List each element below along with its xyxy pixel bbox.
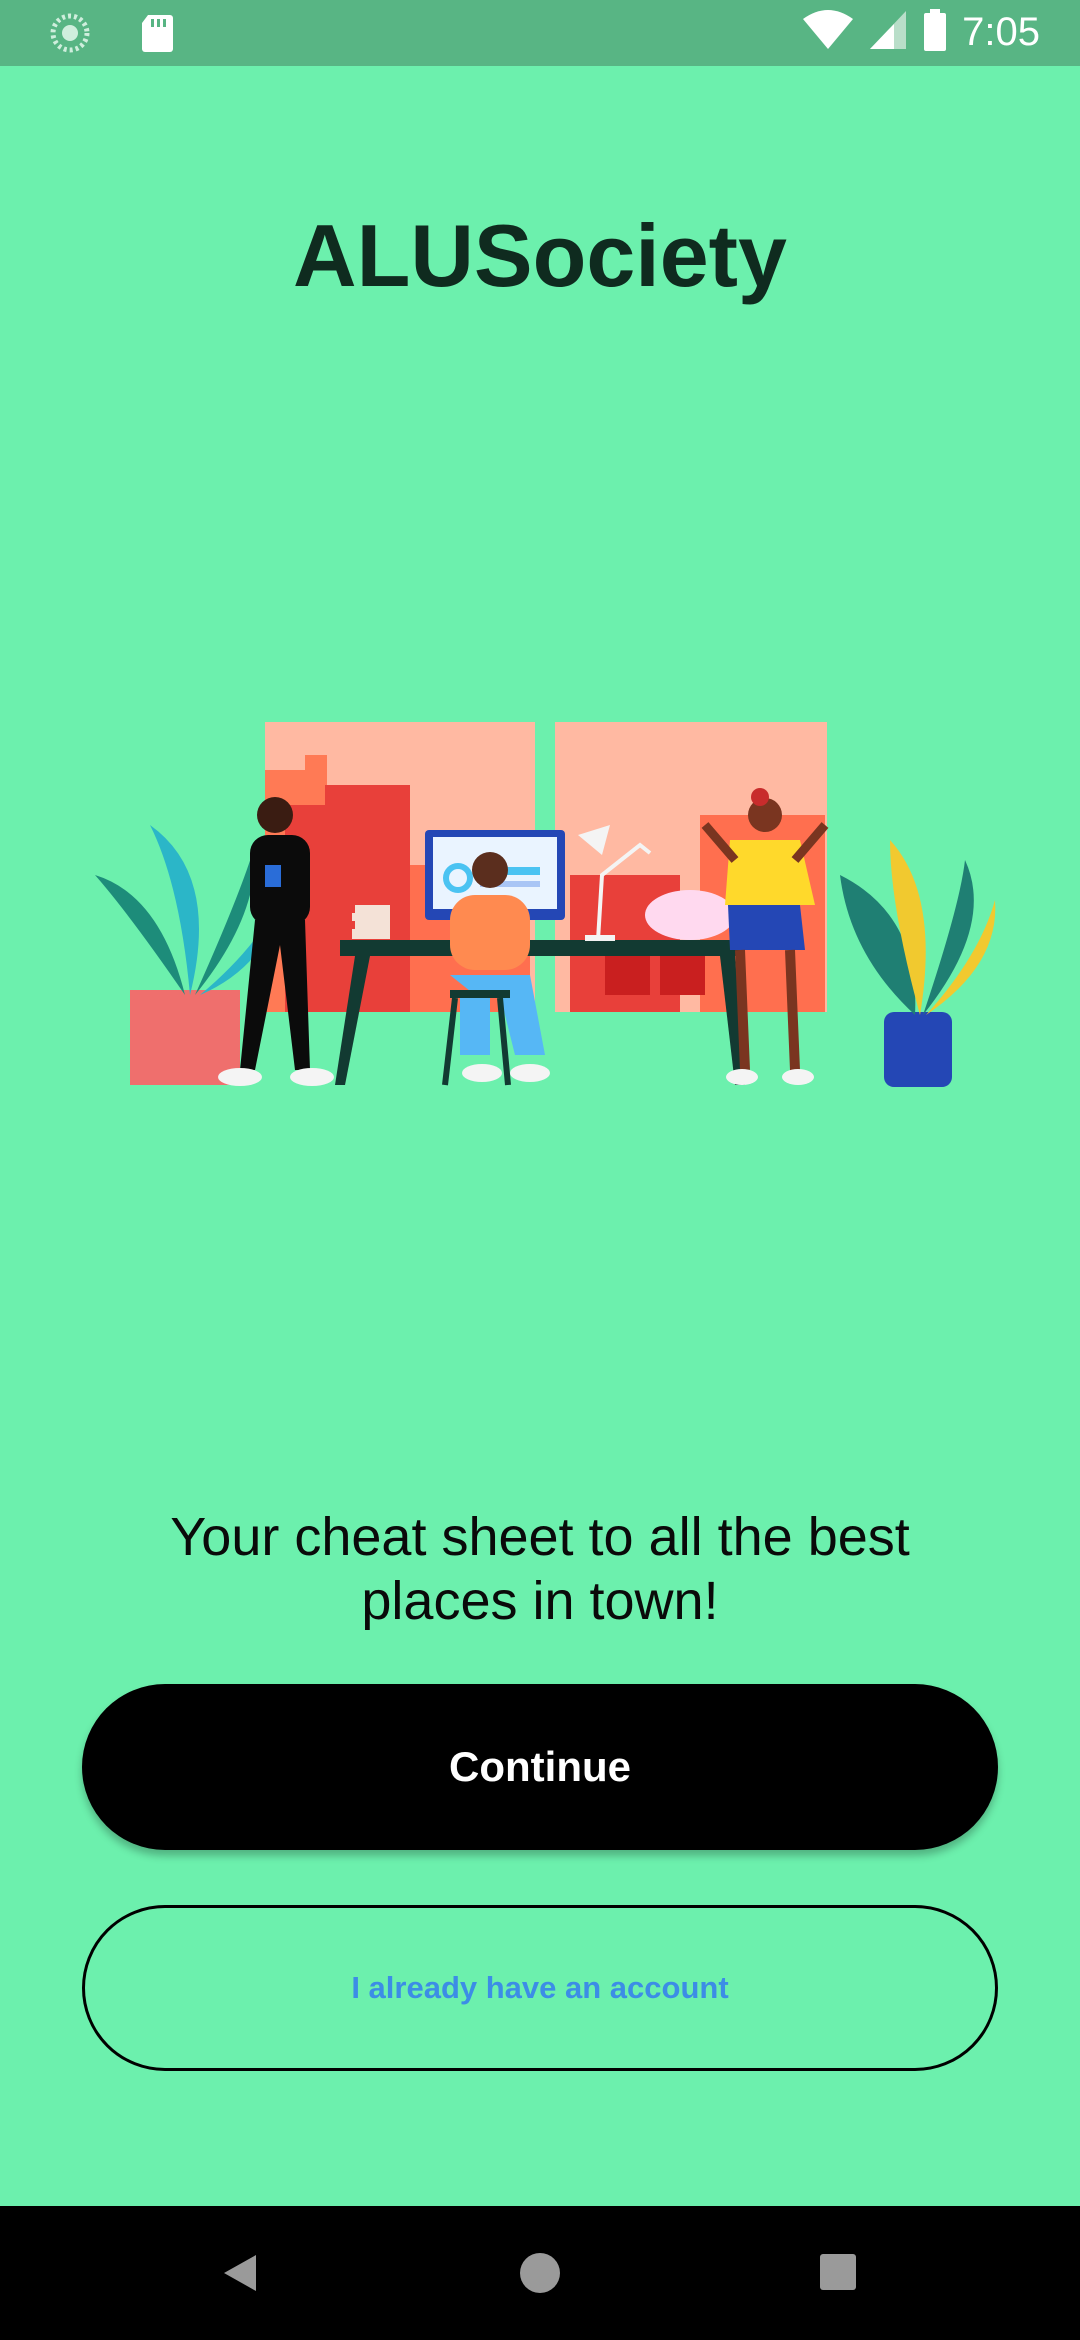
home-icon[interactable] [520,2253,560,2293]
tagline-line-2: places in town! [361,1571,719,1631]
status-bar: 7:05 [0,0,1080,66]
back-icon[interactable] [222,2253,258,2298]
navigation-bar [0,2206,1080,2340]
continue-button[interactable]: Continue [82,1684,998,1850]
loading-icon [50,13,90,58]
tagline-line-1: Your cheat sheet to all the best [170,1507,910,1567]
sd-card-icon [140,13,174,58]
tagline: Your cheat sheet to all the best places … [0,1505,1080,1633]
battery-icon [922,8,948,57]
signal-icon [868,9,908,56]
recents-icon[interactable] [820,2254,856,2290]
existing-account-button[interactable]: I already have an account [82,1905,998,2071]
office-people-illustration [90,715,1000,1100]
app-title: ALUSociety [293,206,787,305]
status-time: 7:05 [962,10,1040,54]
wifi-icon [802,9,854,56]
